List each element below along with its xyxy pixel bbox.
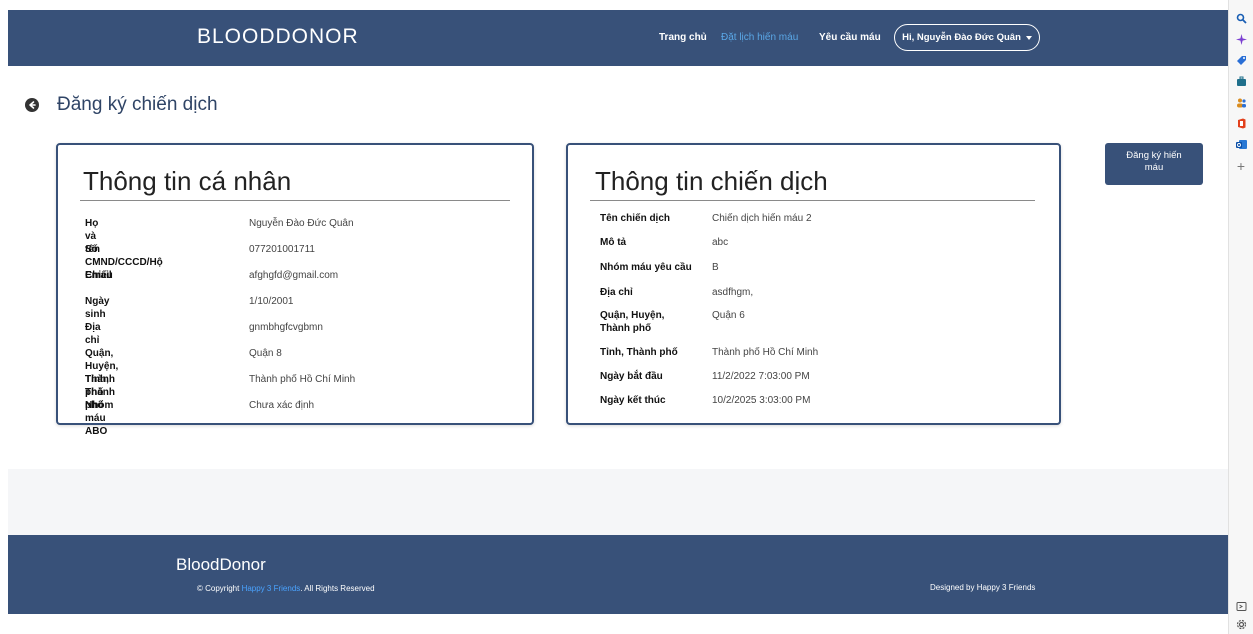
info-value: B — [712, 262, 719, 273]
footer-brand: BloodDonor — [176, 555, 266, 574]
info-value: afghgfd@gmail.com — [249, 270, 339, 281]
sparkle-icon[interactable] — [1235, 33, 1247, 45]
info-label: Email — [85, 270, 112, 281]
page-title: Đăng ký chiến dịch — [57, 94, 218, 115]
info-value: 077201001711 — [249, 244, 315, 255]
info-label: Tên chiến dịch — [600, 213, 671, 224]
footer-copyright: © Copyright Happy 3 Friends. All Rights … — [197, 584, 375, 593]
tag-icon[interactable] — [1235, 54, 1247, 66]
copyright-link[interactable]: Happy 3 Friends — [242, 584, 301, 593]
page: BLOODDONOR Trang chủ Đặt lịch hiến máu Y… — [0, 0, 1228, 634]
copyright-suffix: . All Rights Reserved — [300, 584, 375, 593]
search-icon[interactable] — [1235, 12, 1247, 24]
caret-down-icon — [1025, 35, 1032, 40]
personal-info-title: Thông tin cá nhân — [83, 166, 292, 196]
info-label: Mô tả — [600, 237, 627, 248]
spacer-band — [8, 469, 1228, 535]
browser-sidebar: + — [1228, 0, 1253, 634]
personal-info-card: Thông tin cá nhân Họ và tên Nguyễn Đào Đ… — [56, 143, 534, 437]
user-menu-label: Hi, Nguyễn Đào Đức Quân — [902, 32, 1021, 43]
office-icon[interactable] — [1235, 117, 1247, 129]
user-menu-button[interactable]: Hi, Nguyễn Đào Đức Quân — [894, 24, 1040, 51]
nav-link-blood-request[interactable]: Yêu cầu máu — [819, 32, 881, 43]
info-value: 11/2/2022 7:03:00 PM — [712, 371, 810, 382]
nav-link-home[interactable]: Trang chủ — [659, 32, 707, 43]
screen-icon[interactable] — [1235, 600, 1247, 612]
gear-icon[interactable] — [1235, 618, 1247, 630]
info-value: Chiến dịch hiến máu 2 — [712, 213, 812, 224]
info-label: Quận, Huyện, Thành phố — [600, 310, 665, 334]
copyright-prefix: © Copyright — [197, 584, 242, 593]
briefcase-icon[interactable] — [1235, 75, 1247, 87]
footer: BloodDonor © Copyright Happy 3 Friends. … — [8, 535, 1228, 614]
back-arrow-icon[interactable] — [25, 98, 39, 112]
plus-icon[interactable]: + — [1235, 158, 1247, 174]
info-value: Quận 6 — [712, 310, 745, 321]
footer-designed-by: Designed by Happy 3 Friends — [930, 583, 1036, 592]
info-label: Tỉnh, Thành phố — [600, 347, 678, 358]
nav-link-schedule[interactable]: Đặt lịch hiến máu — [721, 32, 798, 43]
info-value: Nguyễn Đào Đức Quân — [249, 218, 354, 229]
info-value: 1/10/2001 — [249, 296, 294, 307]
info-label: Ngày kết thúc — [600, 395, 666, 406]
info-value: 10/2/2025 3:03:00 PM — [712, 395, 811, 406]
divider — [590, 200, 1035, 201]
info-value: gnmbhgfcvgbmn — [249, 322, 323, 333]
campaign-info-card: Thông tin chiến dịch Tên chiến dịch Chiế… — [566, 143, 1061, 425]
info-label: Địa chỉ — [600, 287, 633, 298]
people-icon[interactable] — [1235, 96, 1247, 108]
info-label: Ngày sinh — [85, 296, 110, 320]
campaign-info-title: Thông tin chiến dịch — [595, 166, 828, 196]
info-label: Địa chỉ — [85, 322, 101, 346]
info-label: Ngày bắt đầu — [600, 371, 663, 382]
info-value: abc — [712, 237, 729, 248]
outlook-icon[interactable] — [1235, 138, 1247, 150]
info-label: Nhóm máu yêu cầu — [600, 262, 692, 273]
navbar: BLOODDONOR Trang chủ Đặt lịch hiến máu Y… — [8, 10, 1228, 66]
info-value: asdfhgm, — [712, 287, 754, 298]
info-value: Quận 8 — [249, 348, 282, 359]
brand-logo[interactable]: BLOODDONOR — [197, 25, 359, 49]
info-label: Nhóm máu ABO — [85, 400, 114, 437]
info-value: Thành phố Hồ Chí Minh — [712, 347, 819, 358]
info-value: Chưa xác định — [249, 400, 315, 411]
info-value: Thành phố Hồ Chí Minh — [249, 374, 356, 385]
divider — [80, 200, 510, 201]
register-donation-button[interactable]: Đăng ký hiến máu — [1105, 143, 1203, 185]
